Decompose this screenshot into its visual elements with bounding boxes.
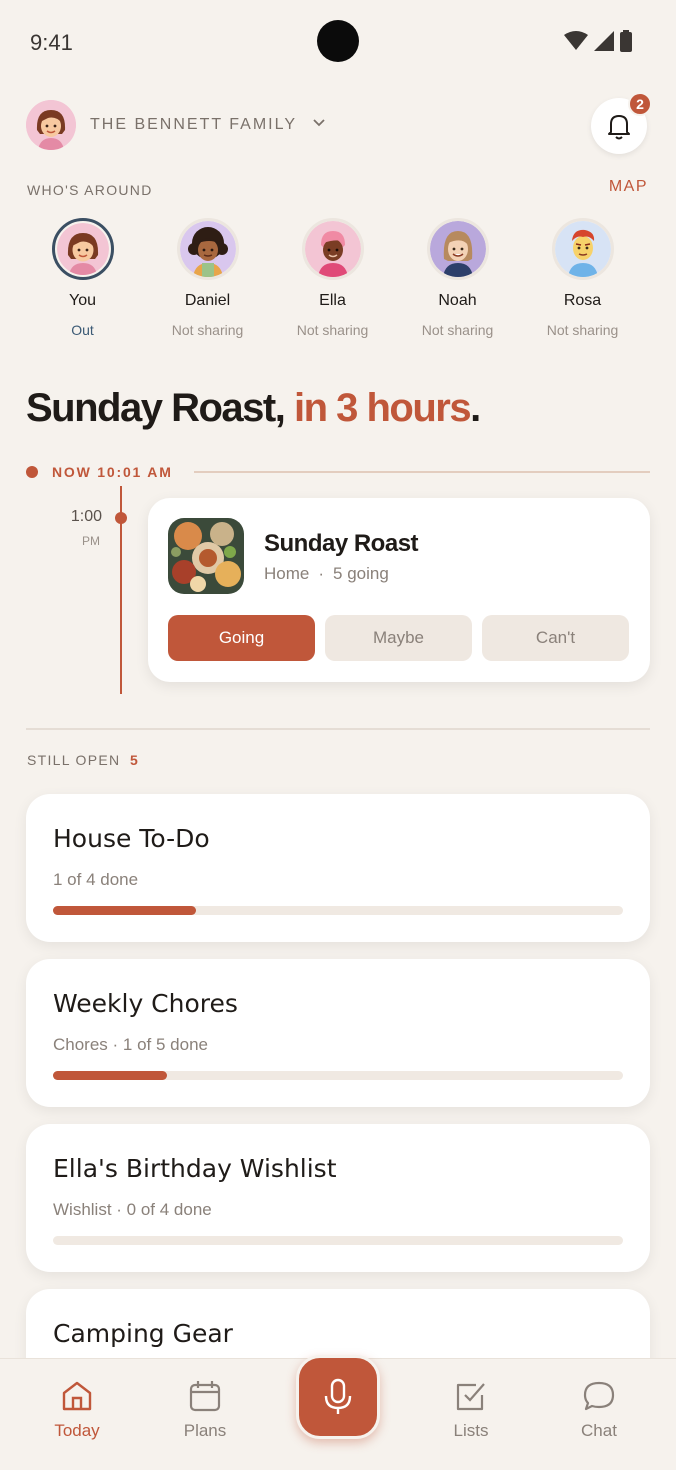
nav-label: Lists xyxy=(453,1421,489,1440)
event-going-count: 5 going xyxy=(333,564,389,583)
list-subtitle: Wishlist · 0 of 4 done xyxy=(53,1200,212,1219)
timeline-dot xyxy=(115,512,127,524)
headline-countdown: in 3 hours xyxy=(284,386,472,430)
list-card-house-todo[interactable]: House To-Do 1 of 4 done xyxy=(26,794,650,942)
list-card-birthday-wishlist[interactable]: Ella's Birthday Wishlist Wishlist · 0 of… xyxy=(26,1124,650,1272)
headline-event: Sunday Roast, xyxy=(26,386,286,430)
progress-fill xyxy=(53,1071,167,1080)
family-name[interactable]: THE BENNETT FAMILY xyxy=(90,116,297,134)
now-label: NOW 10:01 AM xyxy=(52,464,173,480)
person-noah[interactable]: Noah Not sharing xyxy=(395,218,520,348)
avatar xyxy=(301,218,364,280)
nav-plans[interactable]: Plans xyxy=(155,1379,255,1441)
person-daniel[interactable]: Daniel Not sharing xyxy=(145,218,270,348)
nav-chat[interactable]: Chat xyxy=(549,1379,649,1441)
list-subtitle: 1 of 4 done xyxy=(53,870,139,889)
progress-bar xyxy=(53,906,623,915)
nav-label: Plans xyxy=(183,1421,227,1440)
camera-cutout xyxy=(317,20,359,62)
rsvp-cant-button[interactable]: Can't xyxy=(482,615,629,661)
nav-lists[interactable]: Lists xyxy=(421,1379,521,1441)
whos-around-label: WHO'S AROUND xyxy=(27,182,153,198)
avatar xyxy=(176,218,239,280)
event-meta: Home · 5 going xyxy=(264,564,389,584)
list-title: Ella's Birthday Wishlist xyxy=(53,1154,337,1183)
avatar xyxy=(551,218,614,280)
person-name: Rosa xyxy=(563,292,602,309)
rsvp-maybe-button[interactable]: Maybe xyxy=(325,615,472,661)
family-avatar[interactable] xyxy=(26,100,76,150)
status-bar: 9:41 xyxy=(0,0,676,84)
map-link[interactable]: MAP xyxy=(609,178,648,196)
list-title: Camping Gear xyxy=(53,1319,233,1348)
list-title: Weekly Chores xyxy=(53,989,238,1018)
status-icons xyxy=(564,30,632,52)
list-subtitle: Chores · 1 of 5 done xyxy=(53,1035,208,1054)
now-indicator: NOW 10:01 AM xyxy=(26,462,650,482)
still-open-count: 5 xyxy=(130,752,138,768)
signal-icon xyxy=(594,31,614,51)
nav-label: Today xyxy=(54,1421,100,1440)
person-status: Not sharing xyxy=(296,322,369,338)
people-row: You Out Daniel Not sharing Ella Not shar… xyxy=(20,218,645,348)
nav-label: Chat xyxy=(581,1421,617,1440)
still-open-label: STILL OPEN xyxy=(27,752,121,768)
event-location: Home xyxy=(264,564,310,583)
headline-period: . xyxy=(470,386,481,430)
section-divider xyxy=(26,728,650,730)
voice-input-button[interactable] xyxy=(296,1355,380,1439)
status-time: 9:41 xyxy=(30,30,73,55)
home-icon xyxy=(62,1381,92,1411)
progress-bar xyxy=(53,1071,623,1080)
page-headline: Sunday Roast, in 3 hours. xyxy=(26,386,481,431)
checkbox-icon xyxy=(456,1383,485,1411)
person-name: Ella xyxy=(319,292,346,309)
person-status: Not sharing xyxy=(171,322,244,338)
event-time: 1:00 xyxy=(70,508,102,525)
event-thumbnail xyxy=(168,518,244,594)
chat-bubble-icon xyxy=(583,1381,615,1411)
meta-separator: · xyxy=(318,564,325,583)
avatar xyxy=(426,218,489,280)
person-ella[interactable]: Ella Not sharing xyxy=(270,218,395,348)
person-status: Out xyxy=(71,322,94,338)
now-line xyxy=(194,471,650,473)
event-card[interactable]: Sunday Roast Home · 5 going Going Maybe Ca… xyxy=(148,498,650,682)
person-status: Not sharing xyxy=(421,322,494,338)
bottom-nav: Today Plans Lists Chat xyxy=(0,1355,676,1470)
list-title: House To-Do xyxy=(53,824,210,853)
nav-today[interactable]: Today xyxy=(27,1379,127,1441)
event-title: Sunday Roast xyxy=(264,530,419,557)
wifi-icon xyxy=(564,31,588,50)
progress-bar xyxy=(53,1236,623,1245)
list-card-weekly-chores[interactable]: Weekly Chores Chores · 1 of 5 done xyxy=(26,959,650,1107)
notification-badge: 2 xyxy=(628,92,652,116)
header: THE BENNETT FAMILY 2 xyxy=(0,92,676,156)
event-ampm: PM xyxy=(82,534,100,548)
person-name: You xyxy=(69,292,96,309)
person-you[interactable]: You Out xyxy=(20,218,145,348)
now-dot xyxy=(26,466,38,478)
bell-icon xyxy=(608,115,630,140)
person-status: Not sharing xyxy=(546,322,619,338)
calendar-icon xyxy=(189,1381,221,1412)
person-name: Daniel xyxy=(184,292,231,309)
rsvp-going-button[interactable]: Going xyxy=(168,615,315,661)
chevron-down-icon[interactable] xyxy=(312,118,326,128)
battery-icon xyxy=(620,30,632,52)
person-rosa[interactable]: Rosa Not sharing xyxy=(520,218,645,348)
person-name: Noah xyxy=(438,292,477,309)
progress-fill xyxy=(53,906,196,915)
avatar xyxy=(51,218,114,280)
microphone-icon xyxy=(324,1378,352,1414)
